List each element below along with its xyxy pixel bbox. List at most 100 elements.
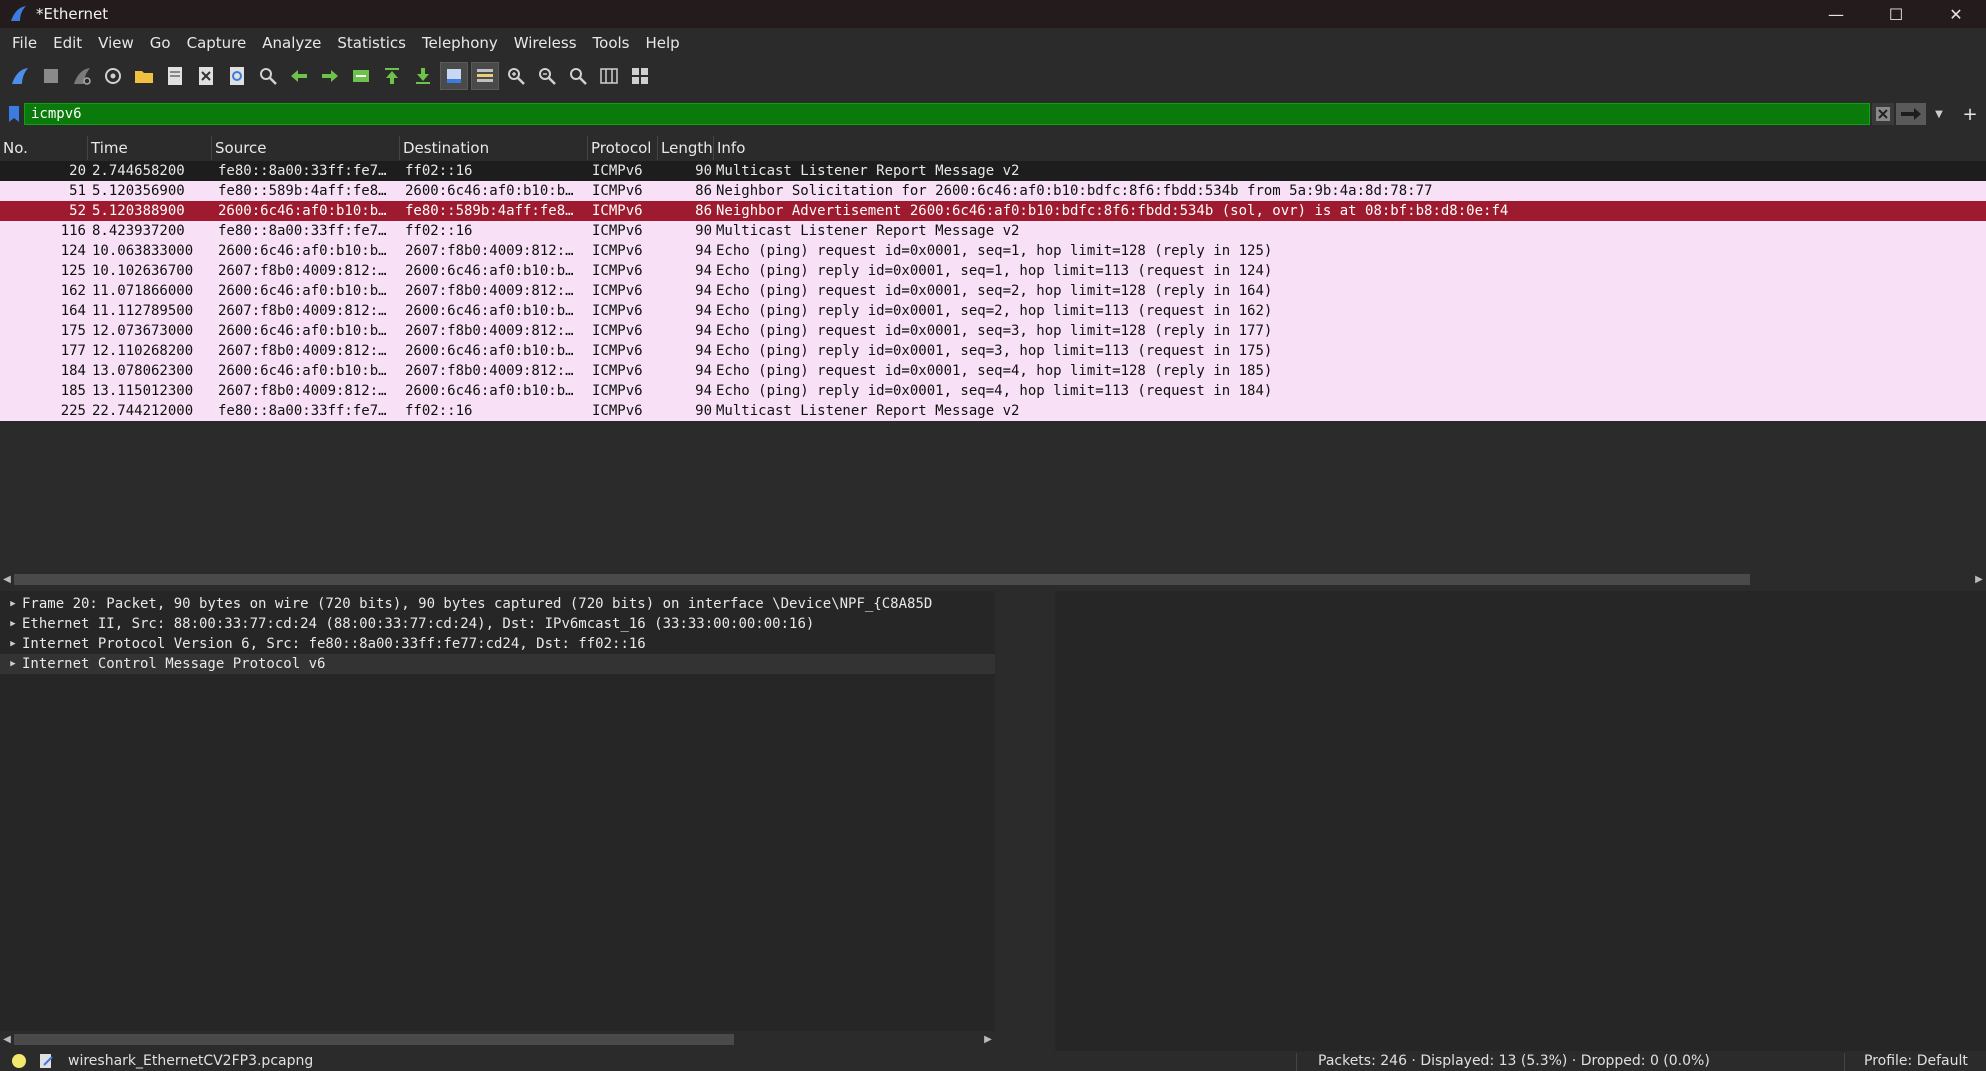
minimize-button[interactable]: — xyxy=(1806,0,1866,28)
cell-source: 2607:f8b0:4009:812:… xyxy=(218,263,387,279)
expand-triangle-icon[interactable]: ▶ xyxy=(4,654,22,674)
add-filter-button-button[interactable]: + xyxy=(1958,103,1982,125)
expand-triangle-icon[interactable]: ▶ xyxy=(4,614,22,634)
menu-help[interactable]: Help xyxy=(637,30,687,56)
zoom-out-button[interactable] xyxy=(533,62,561,90)
open-folder-icon xyxy=(135,71,153,83)
cell-source: fe80::589b:4aff:fe8… xyxy=(218,183,387,199)
go-back-icon xyxy=(291,70,307,82)
zoom-in-button[interactable] xyxy=(502,62,530,90)
cell-info: Multicast Listener Report Message v2 xyxy=(716,163,1020,179)
packet-row[interactable]: 164 11.112789500 2607:f8b0:4009:812:… 26… xyxy=(0,301,1986,321)
start-capture-button[interactable] xyxy=(6,62,34,90)
resize-columns-button[interactable] xyxy=(595,62,623,90)
scrollbar-thumb[interactable] xyxy=(14,574,1750,585)
scroll-right-icon[interactable]: ▶ xyxy=(1972,571,1986,587)
menu-capture[interactable]: Capture xyxy=(179,30,255,56)
go-to-packet-button[interactable] xyxy=(347,62,375,90)
restart-capture-button[interactable] xyxy=(68,62,96,90)
packet-row[interactable]: 51 5.120356900 fe80::589b:4aff:fe8… 2600… xyxy=(0,181,1986,201)
capture-comment-icon[interactable] xyxy=(38,1053,54,1069)
filter-bookmark-button[interactable] xyxy=(4,103,24,125)
cell-destination: fe80::589b:4aff:fe8… xyxy=(405,203,574,219)
packet-row[interactable]: 225 22.744212000 fe80::8a00:33ff:fe7… ff… xyxy=(0,401,1986,421)
save-file-button[interactable] xyxy=(161,62,189,90)
zoom-normal-button[interactable] xyxy=(564,62,592,90)
cell-length: 86 xyxy=(695,203,712,219)
expand-triangle-icon[interactable]: ▶ xyxy=(4,594,22,614)
recent-filters-dropdown[interactable]: ▼ xyxy=(1928,103,1950,125)
clear-filter-button[interactable] xyxy=(1872,103,1894,125)
menu-tools[interactable]: Tools xyxy=(585,30,638,56)
scroll-right-icon[interactable]: ▶ xyxy=(981,1031,995,1047)
detail-tree-item-frame[interactable]: ▶ Frame 20: Packet, 90 bytes on wire (72… xyxy=(0,594,995,614)
display-filter-input[interactable] xyxy=(24,103,1870,125)
colorize-button[interactable] xyxy=(471,62,499,90)
column-header-no[interactable]: No. xyxy=(0,136,88,160)
cell-destination: 2600:6c46:af0:b10:b… xyxy=(405,183,574,199)
packet-row[interactable]: 175 12.073673000 2600:6c46:af0:b10:b… 26… xyxy=(0,321,1986,341)
go-back-button[interactable] xyxy=(285,62,313,90)
packet-row[interactable]: 116 8.423937200 fe80::8a00:33ff:fe7… ff0… xyxy=(0,221,1986,241)
scrollbar-thumb[interactable] xyxy=(14,1034,734,1045)
cell-no: 184 xyxy=(60,363,86,379)
packet-row-selected[interactable]: 52 5.120388900 2600:6c46:af0:b10:b… fe80… xyxy=(0,201,1986,221)
capture-options-button[interactable] xyxy=(99,62,127,90)
packet-row[interactable]: 177 12.110268200 2607:f8b0:4009:812:… 26… xyxy=(0,341,1986,361)
detail-tree-item-icmpv6[interactable]: ▶ Internet Control Message Protocol v6 xyxy=(0,654,995,674)
layout-button[interactable] xyxy=(626,62,654,90)
packet-row[interactable]: 125 10.102636700 2607:f8b0:4009:812:… 26… xyxy=(0,261,1986,281)
details-horizontal-scrollbar[interactable]: ◀ ▶ xyxy=(0,1031,995,1047)
packet-row[interactable]: 184 13.078062300 2600:6c46:af0:b10:b… 26… xyxy=(0,361,1986,381)
cell-no: 175 xyxy=(60,323,86,339)
configuration-profile[interactable]: Profile: Default xyxy=(1864,1053,1968,1069)
apply-filter-button[interactable] xyxy=(1896,103,1926,125)
find-packet-button[interactable] xyxy=(254,62,282,90)
autoscroll-button[interactable] xyxy=(440,62,468,90)
maximize-button[interactable]: ☐ xyxy=(1866,0,1926,28)
open-file-button[interactable] xyxy=(130,62,158,90)
cell-length: 94 xyxy=(695,283,712,299)
menu-view[interactable]: View xyxy=(90,30,142,56)
column-header-source[interactable]: Source xyxy=(212,136,400,160)
cell-destination: 2600:6c46:af0:b10:b… xyxy=(405,263,574,279)
cell-destination: ff02::16 xyxy=(405,163,473,179)
column-header-length[interactable]: Length xyxy=(658,136,714,160)
menu-statistics[interactable]: Statistics xyxy=(329,30,414,56)
cell-no: 52 xyxy=(69,203,86,219)
menu-file[interactable]: File xyxy=(4,30,45,56)
go-forward-button[interactable] xyxy=(316,62,344,90)
close-file-button[interactable] xyxy=(192,62,220,90)
expert-info-led-icon[interactable] xyxy=(12,1054,26,1068)
packet-row[interactable]: 185 13.115012300 2607:f8b0:4009:812:… 26… xyxy=(0,381,1986,401)
detail-label: Internet Control Message Protocol v6 xyxy=(22,656,326,672)
scroll-left-icon[interactable]: ◀ xyxy=(0,571,14,587)
menu-go[interactable]: Go xyxy=(142,30,179,56)
expand-triangle-icon[interactable]: ▶ xyxy=(4,634,22,654)
detail-tree-item-ethernet[interactable]: ▶ Ethernet II, Src: 88:00:33:77:cd:24 (8… xyxy=(0,614,995,634)
packet-row[interactable]: 20 2.744658200 fe80::8a00:33ff:fe7… ff02… xyxy=(0,161,1986,181)
column-header-time[interactable]: Time xyxy=(88,136,212,160)
resize-columns-icon xyxy=(600,68,618,84)
go-last-button[interactable] xyxy=(409,62,437,90)
reload-file-button[interactable] xyxy=(223,62,251,90)
column-header-protocol[interactable]: Protocol xyxy=(588,136,658,160)
cell-time: 11.112789500 xyxy=(92,303,194,319)
menu-edit[interactable]: Edit xyxy=(45,30,90,56)
column-header-info[interactable]: Info xyxy=(714,136,1986,160)
save-file-icon xyxy=(168,67,182,85)
packet-list-horizontal-scrollbar[interactable]: ◀ ▶ xyxy=(0,571,1986,587)
go-first-button[interactable] xyxy=(378,62,406,90)
packet-row[interactable]: 124 10.063833000 2600:6c46:af0:b10:b… 26… xyxy=(0,241,1986,261)
menu-wireless[interactable]: Wireless xyxy=(506,30,585,56)
menu-analyze[interactable]: Analyze xyxy=(254,30,329,56)
detail-tree-item-ipv6[interactable]: ▶ Internet Protocol Version 6, Src: fe80… xyxy=(0,634,995,654)
pane-splitter[interactable] xyxy=(995,591,1055,1031)
stop-capture-button[interactable] xyxy=(37,62,65,90)
packet-row[interactable]: 162 11.071866000 2600:6c46:af0:b10:b… 26… xyxy=(0,281,1986,301)
scroll-left-icon[interactable]: ◀ xyxy=(0,1031,14,1047)
close-window-button[interactable]: ✕ xyxy=(1926,0,1986,28)
column-header-destination[interactable]: Destination xyxy=(400,136,588,160)
menu-telephony[interactable]: Telephony xyxy=(414,30,506,56)
cell-length: 90 xyxy=(695,223,712,239)
